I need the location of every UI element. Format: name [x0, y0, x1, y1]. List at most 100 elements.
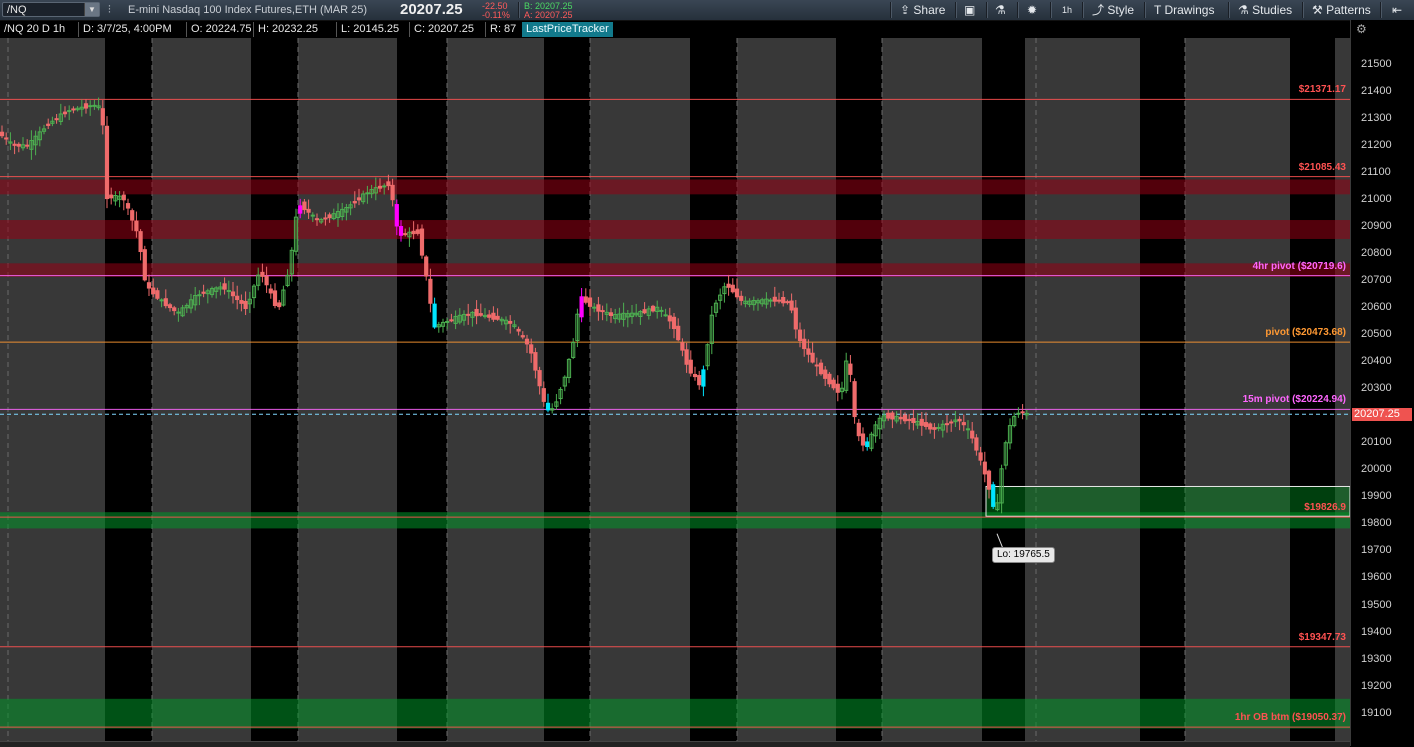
- candle-body: [529, 344, 534, 354]
- candle-body: [545, 402, 551, 411]
- axis-settings-icon[interactable]: ⚙: [1356, 22, 1367, 36]
- session-band: [590, 38, 690, 741]
- share-label: Share: [913, 3, 946, 17]
- price-tick: 19600: [1361, 571, 1392, 584]
- last-price-badge: 20207.25: [1352, 407, 1412, 421]
- candle-body: [323, 217, 328, 220]
- session-band: [397, 38, 447, 741]
- candle-body: [848, 363, 853, 375]
- candle-body: [524, 338, 530, 345]
- candle-body: [684, 349, 689, 365]
- candle-body: [579, 296, 584, 318]
- candle-body: [491, 312, 496, 320]
- link-icon[interactable]: ⫶: [108, 3, 111, 17]
- candle-body: [4, 137, 9, 140]
- candle-body: [201, 291, 206, 294]
- studies-icon: ⚗: [1238, 3, 1249, 17]
- candle-body: [163, 298, 168, 307]
- level-label: 15m pivot ($20224.94): [1242, 394, 1346, 406]
- candle-body: [810, 352, 815, 363]
- candle-body: [390, 184, 395, 201]
- price-axis[interactable]: 21500 21400 21300 21200 21100 21000 20900 20800…: [1350, 20, 1414, 746]
- candle-body: [310, 214, 315, 217]
- candle-body: [130, 210, 135, 221]
- gear-icon[interactable]: ✹: [1027, 3, 1037, 17]
- candle-body: [726, 283, 731, 288]
- collapse-icon[interactable]: ⇤: [1392, 3, 1402, 17]
- candle-body: [797, 329, 803, 341]
- time-scrollbar[interactable]: [0, 741, 1350, 747]
- candle-body: [487, 314, 492, 318]
- candle-body: [806, 348, 811, 355]
- study-label[interactable]: LastPriceTracker: [522, 22, 613, 37]
- price-tick: 21000: [1361, 192, 1392, 205]
- price-tick: 19900: [1361, 490, 1392, 503]
- session-band: [0, 38, 105, 741]
- candle-body: [382, 185, 387, 188]
- price-tick: 20600: [1361, 300, 1392, 313]
- candle-body: [445, 320, 450, 323]
- candle-body: [663, 314, 668, 317]
- grid-icon[interactable]: ▣: [964, 3, 975, 17]
- share-icon: ⇪: [900, 3, 911, 17]
- dropdown-arrow-icon[interactable]: ▼: [84, 3, 99, 16]
- symbol-input[interactable]: /NQ ▼: [2, 2, 100, 17]
- zone: [0, 220, 1350, 239]
- session-band: [737, 38, 836, 741]
- share-button[interactable]: ⇪ Share: [900, 3, 945, 17]
- candle-body: [411, 230, 416, 235]
- session-band: [298, 38, 397, 741]
- candle-body: [776, 299, 782, 302]
- candle-body: [537, 370, 542, 387]
- candle-body: [944, 423, 950, 426]
- candle-body: [802, 338, 807, 350]
- candle-body: [109, 194, 114, 199]
- candle-body: [12, 143, 17, 146]
- flask-icon[interactable]: ⚗: [995, 3, 1006, 17]
- candle-body: [365, 192, 370, 195]
- candle-body: [386, 181, 391, 187]
- candle-body: [739, 295, 744, 301]
- bar-high: H: 20232.25: [253, 22, 322, 37]
- drawings-button[interactable]: T Drawings: [1154, 3, 1214, 17]
- price-tick: 19500: [1361, 598, 1392, 611]
- patterns-button[interactable]: ⚒ Patterns: [1312, 3, 1371, 17]
- candle-body: [592, 306, 597, 309]
- drawings-label: Drawings: [1164, 3, 1215, 17]
- candle-body: [92, 104, 97, 107]
- session-band: [1185, 38, 1290, 741]
- candle-body: [928, 423, 933, 430]
- candle-body: [88, 105, 93, 108]
- candle-body: [852, 381, 857, 418]
- candle-body: [886, 412, 891, 419]
- candle-body: [466, 313, 471, 316]
- candle-body: [734, 288, 740, 298]
- candle-body: [730, 284, 735, 293]
- timeframe-button[interactable]: 1h: [1062, 3, 1072, 17]
- level-label: pivot ($20473.68): [1265, 327, 1346, 339]
- price-tick: 20000: [1361, 463, 1392, 476]
- candle-body: [121, 194, 126, 201]
- style-button[interactable]: ⤴ Style: [1092, 3, 1134, 17]
- candle-body: [222, 283, 227, 290]
- level-label: 4hr pivot ($20719.6): [1252, 260, 1346, 272]
- candle-body: [394, 204, 399, 227]
- studies-label: Studies: [1252, 3, 1293, 17]
- candle-body: [923, 422, 929, 427]
- candle-body: [701, 369, 706, 387]
- candle-body: [172, 307, 177, 312]
- candle-body: [71, 108, 76, 111]
- candle-body: [680, 342, 685, 351]
- zone: [0, 263, 1350, 277]
- demand-box: [985, 485, 1350, 517]
- low-marker: Lo: 19765.5: [992, 546, 1055, 563]
- studies-button[interactable]: ⚗ Studies: [1238, 3, 1292, 17]
- price-chart[interactable]: $21371.17 $21085.43 4hr pivot ($20719.6) pi…: [0, 38, 1350, 741]
- candle-body: [768, 299, 773, 302]
- candle-body: [781, 296, 786, 304]
- candle-body: [495, 315, 500, 320]
- candle-body: [642, 309, 647, 314]
- candle-body: [403, 233, 408, 236]
- candle-body: [83, 103, 89, 109]
- candle-body: [789, 300, 794, 311]
